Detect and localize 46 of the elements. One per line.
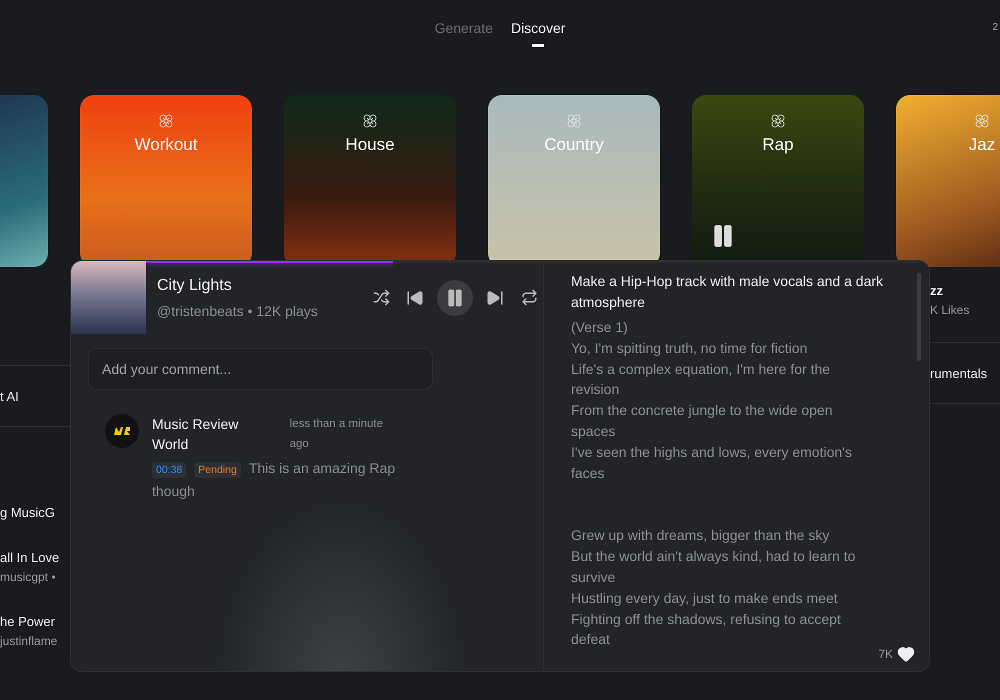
flower-icon — [974, 113, 990, 129]
list-title: t AI — [0, 388, 19, 404]
genre-title: Jaz — [968, 135, 996, 155]
previous-icon — [406, 288, 424, 306]
comment-time: less than a minute ago — [290, 417, 384, 452]
prompt-text: Make a Hip-Hop track with male vocals and a dark atmosphere — [571, 272, 884, 312]
lyric-line: Grew up with dreams, bigger than the sky — [571, 526, 830, 546]
repeat-icon — [520, 289, 538, 306]
genre-title: House — [345, 135, 395, 155]
list-subtitle: K Likes — [930, 303, 970, 317]
flower-icon — [770, 113, 786, 129]
avatar-logo — [105, 414, 139, 448]
track-meta: @tristenbeats • 12K plays — [157, 302, 319, 318]
comment-author: Music Review World — [152, 415, 240, 454]
genre-title: Workout — [134, 135, 198, 155]
track-title: City Lights — [157, 276, 233, 294]
like-count: 7K — [878, 647, 893, 661]
genre-card[interactable]: Jaz — [896, 95, 1000, 267]
genre-title: Rap — [762, 135, 794, 155]
comment-field[interactable]: Add your comment... — [88, 348, 433, 390]
lyric-line: Fighting off the shadows, refusing to accept defeat — [571, 610, 842, 650]
genre-title: Country — [544, 135, 604, 155]
list-title: all In Love — [0, 550, 60, 565]
list-title: rumentals — [930, 366, 988, 380]
lyric-line: Yo, I'm spitting truth, no time for fiction — [571, 338, 808, 358]
shuffle-icon — [372, 289, 390, 306]
lyric-line: I've seen the highs and lows, every emotion's faces — [571, 442, 853, 483]
lyric-line: Hustling every day, just to make ends meet — [571, 588, 839, 608]
pause-button[interactable] — [437, 280, 473, 316]
lyric-line: From the concrete jungle to the wide open spaces — [571, 401, 834, 441]
lyric-line: Life's a complex equation, I'm here for the revision — [571, 360, 832, 400]
list-title: he Power — [0, 614, 56, 629]
list-subtitle: musicgpt • — [0, 570, 57, 584]
list-title: g MusicG — [0, 505, 56, 520]
corner-text: 2 — [992, 22, 998, 33]
lyric-line: But the world ain't always kind, had to learn to survive — [571, 547, 856, 587]
list-subtitle: justinflame — [0, 634, 58, 648]
next-icon — [486, 288, 504, 306]
lyric-line: (Verse 1) — [571, 318, 629, 337]
flower-icon — [158, 113, 174, 129]
comment-body: 00:38 Pending This is an amazing Rap though — [152, 459, 396, 501]
nav-tab[interactable]: Generate — [434, 18, 493, 50]
heart-icon[interactable] — [897, 645, 915, 663]
list-title: zz — [930, 283, 944, 298]
flower-icon — [566, 113, 582, 129]
flower-icon — [362, 113, 378, 129]
